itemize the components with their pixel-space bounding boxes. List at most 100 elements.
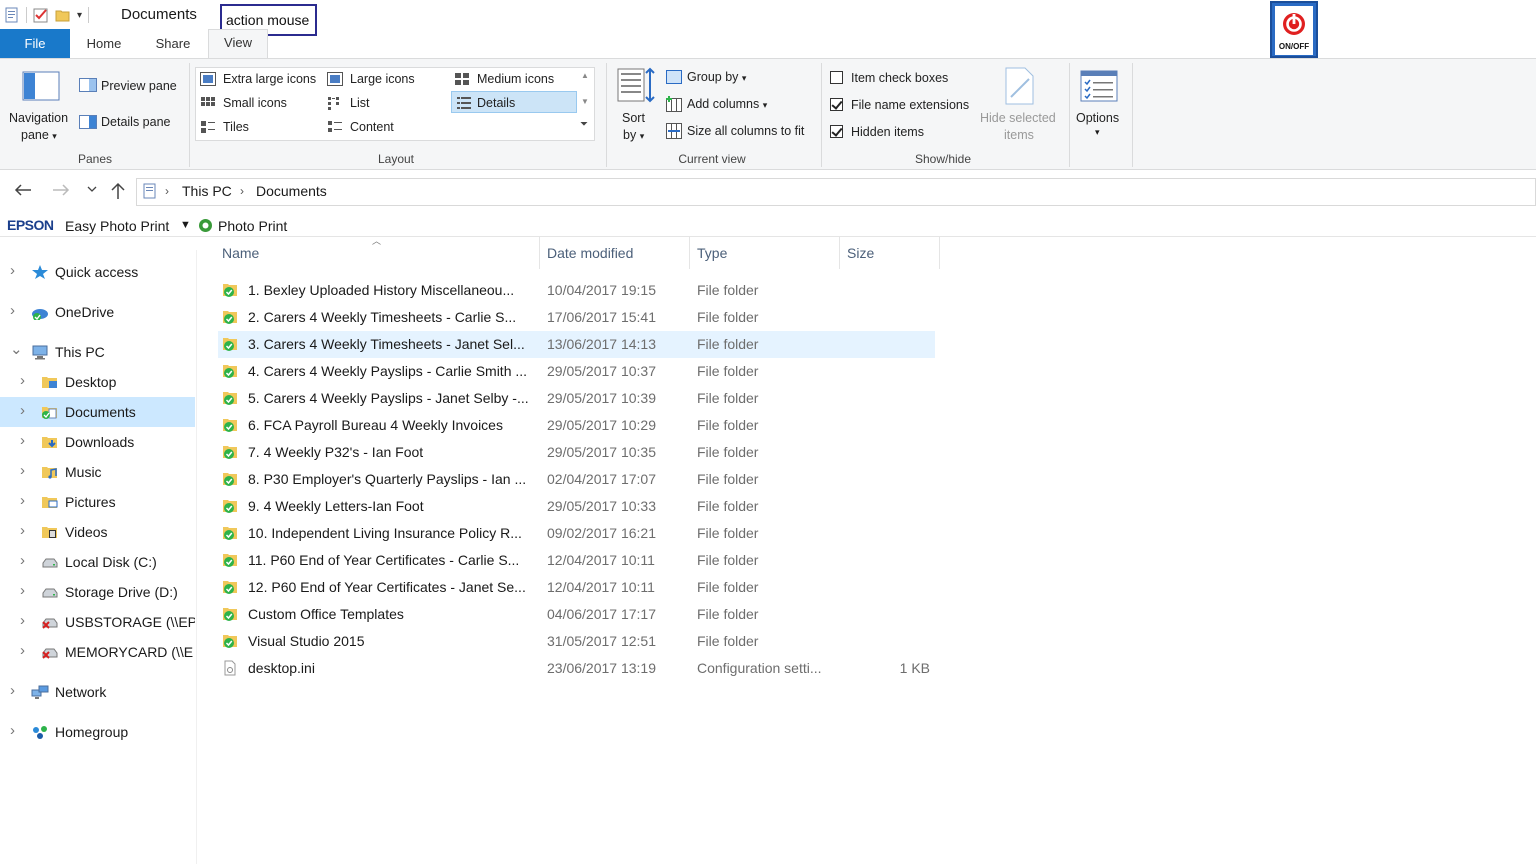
properties-check-icon[interactable] (33, 7, 49, 23)
hidden-items-label[interactable]: Hidden items (851, 125, 924, 139)
new-folder-icon[interactable] (55, 7, 71, 23)
sort-by-button[interactable]: Sort (622, 111, 645, 125)
gallery-scroll-down-icon[interactable]: ▼ (581, 97, 589, 106)
table-row[interactable]: 8. P30 Employer's Quarterly Payslips - I… (218, 466, 935, 493)
table-row[interactable]: 1. Bexley Uploaded History Miscellaneou.… (218, 277, 935, 304)
nav-item-desktop[interactable]: › Desktop (0, 367, 195, 397)
chevron-right-icon[interactable]: › (20, 462, 25, 479)
table-row[interactable]: Visual Studio 2015 31/05/2017 12:51 File f… (218, 628, 935, 655)
options-icon[interactable] (1080, 70, 1118, 102)
column-header-name[interactable]: Name (218, 237, 539, 269)
table-row[interactable]: 12. P60 End of Year Certificates - Janet… (218, 574, 935, 601)
size-all-columns-button[interactable]: Size all columns to fit (687, 124, 804, 138)
list-option[interactable]: List (350, 96, 369, 110)
column-divider[interactable] (689, 237, 690, 269)
table-row[interactable]: 7. 4 Weekly P32's - Ian Foot 29/05/2017 1… (218, 439, 935, 466)
table-row[interactable]: 9. 4 Weekly Letters-Ian Foot 29/05/2017 1… (218, 493, 935, 520)
small-icons-option[interactable]: Small icons (223, 96, 287, 110)
table-row[interactable]: 10. Independent Living Insurance Policy … (218, 520, 935, 547)
tab-share[interactable]: Share (138, 29, 208, 58)
navigation-pane-button-line2[interactable]: pane ▾ (21, 128, 57, 142)
nav-item-this-pc[interactable]: ⌄ This PC (0, 337, 195, 367)
file-name-extensions-label[interactable]: File name extensions (851, 98, 969, 112)
breadcrumb-chevron-icon[interactable]: › (240, 184, 244, 198)
nav-item-network[interactable]: › Network (0, 677, 195, 707)
chevron-right-icon[interactable]: › (20, 492, 25, 509)
gallery-scroll-up-icon[interactable]: ▲ (581, 71, 589, 80)
chevron-right-icon[interactable]: › (20, 642, 25, 659)
photo-print-button[interactable]: Photo Print (218, 218, 287, 234)
options-chevron-down-icon[interactable]: ▾ (1095, 127, 1100, 138)
easy-photo-print-dropdown-icon[interactable]: ▼ (180, 219, 191, 231)
nav-item-pictures[interactable]: › Pictures (0, 487, 195, 517)
item-check-boxes-label[interactable]: Item check boxes (851, 71, 948, 85)
table-row[interactable]: Custom Office Templates 04/06/2017 17:17 F… (218, 601, 935, 628)
details-pane-button[interactable]: Details pane (101, 115, 171, 129)
options-button[interactable]: Options (1076, 111, 1119, 125)
nav-item-videos[interactable]: › Videos (0, 517, 195, 547)
nav-item-local-disk-c[interactable]: › Local Disk (C:) (0, 547, 195, 577)
chevron-right-icon[interactable]: › (20, 582, 25, 599)
nav-item-usbstorage-eps[interactable]: › USBSTORAGE (\\EPS (0, 607, 195, 637)
table-row[interactable]: 11. P60 End of Year Certificates - Carli… (218, 547, 935, 574)
chevron-right-icon[interactable]: › (20, 612, 25, 629)
group-by-button[interactable]: Group by ▾ (687, 70, 746, 84)
preview-pane-button[interactable]: Preview pane (101, 79, 177, 93)
nav-item-documents[interactable]: › Documents (0, 397, 195, 427)
content-option[interactable]: Content (350, 120, 394, 134)
breadcrumb-documents[interactable]: Documents (256, 183, 327, 199)
chevron-right-icon[interactable]: › (20, 372, 25, 389)
recent-locations-chevron-icon[interactable] (87, 186, 97, 194)
tiles-option[interactable]: Tiles (223, 120, 249, 134)
column-divider[interactable] (839, 237, 840, 269)
add-columns-button[interactable]: Add columns ▾ (687, 97, 767, 111)
column-divider[interactable] (939, 237, 940, 269)
customize-qat-chevron-icon[interactable]: ▾ (77, 10, 82, 21)
nav-item-onedrive[interactable]: › OneDrive (0, 297, 195, 327)
file-name-extensions-checkbox[interactable] (830, 98, 843, 111)
easy-photo-print-button[interactable]: Easy Photo Print (65, 218, 169, 234)
chevron-down-icon[interactable]: ⌄ (10, 340, 23, 358)
hide-selected-items-line2[interactable]: items (1004, 128, 1034, 142)
chevron-right-icon[interactable]: › (20, 552, 25, 569)
forward-arrow-icon[interactable] (52, 183, 70, 197)
extra-large-icons-option[interactable]: Extra large icons (223, 72, 316, 86)
details-option[interactable]: Details (477, 96, 515, 110)
hidden-items-checkbox[interactable] (830, 125, 843, 138)
breadcrumb-this-pc[interactable]: This PC (182, 183, 232, 199)
table-row[interactable]: 4. Carers 4 Weekly Payslips - Carlie Smi… (218, 358, 935, 385)
chevron-right-icon[interactable]: › (10, 722, 15, 739)
nav-item-homegroup[interactable]: › Homegroup (0, 717, 195, 747)
nav-item-downloads[interactable]: › Downloads (0, 427, 195, 457)
nav-item-memorycard-e[interactable]: › MEMORYCARD (\\E (0, 637, 195, 667)
table-row[interactable]: desktop.ini 23/06/2017 13:19 Configuration… (218, 655, 935, 682)
chevron-right-icon[interactable]: › (10, 682, 15, 699)
table-row[interactable]: 6. FCA Payroll Bureau 4 Weekly Invoices 2… (218, 412, 935, 439)
large-icons-option[interactable]: Large icons (350, 72, 415, 86)
hide-selected-items-button[interactable]: Hide selected (980, 111, 1056, 125)
chevron-right-icon[interactable]: › (20, 432, 25, 449)
address-bar[interactable] (136, 178, 1536, 206)
back-arrow-icon[interactable] (14, 183, 32, 197)
nav-item-music[interactable]: › Music (0, 457, 195, 487)
chevron-right-icon[interactable]: › (10, 262, 15, 279)
gallery-expand-icon[interactable]: ⏷ (580, 119, 588, 130)
nav-item-quick-access[interactable]: › Quick access (0, 257, 195, 287)
item-check-boxes-checkbox[interactable] (830, 71, 843, 84)
tab-home[interactable]: Home (70, 29, 138, 58)
sort-by-icon[interactable] (617, 67, 655, 105)
chevron-right-icon[interactable]: › (20, 402, 25, 419)
navigation-pane-button[interactable]: Navigation (9, 111, 68, 125)
column-header-size[interactable]: Size (843, 237, 939, 269)
column-divider[interactable] (539, 237, 540, 269)
medium-icons-option[interactable]: Medium icons (477, 72, 554, 86)
nav-item-storage-drive-d[interactable]: › Storage Drive (D:) (0, 577, 195, 607)
column-header-type[interactable]: Type (693, 237, 839, 269)
sort-by-button-line2[interactable]: by ▾ (623, 128, 644, 142)
up-arrow-icon[interactable] (110, 182, 126, 200)
chevron-right-icon[interactable]: › (10, 302, 15, 319)
tab-view[interactable]: View (208, 29, 268, 59)
breadcrumb-chevron-icon[interactable]: › (165, 184, 169, 198)
column-header-date-modified[interactable]: Date modified (543, 237, 689, 269)
table-row[interactable]: 3. Carers 4 Weekly Timesheets - Janet Se… (218, 331, 935, 358)
